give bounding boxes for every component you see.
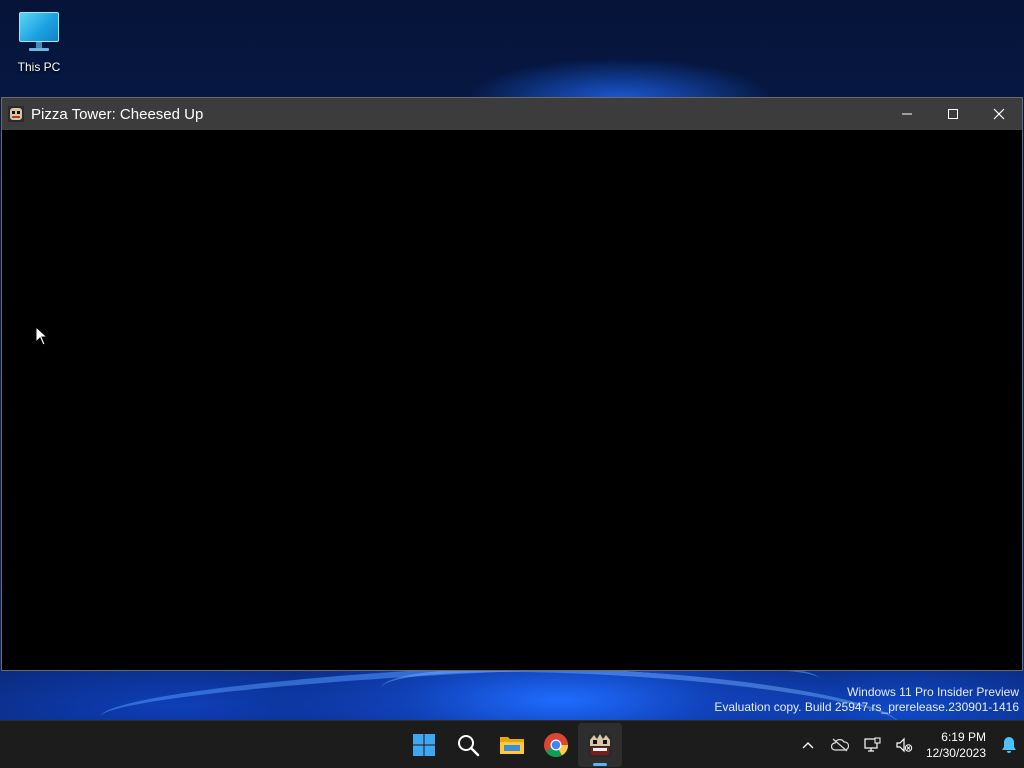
clock-time: 6:19 PM bbox=[941, 730, 986, 744]
watermark-line-1: Windows 11 Pro Insider Preview bbox=[847, 685, 1019, 699]
file-explorer-icon bbox=[500, 737, 524, 754]
notifications-button[interactable] bbox=[994, 725, 1024, 765]
window-title: Pizza Tower: Cheesed Up bbox=[31, 105, 204, 123]
windows-start-icon bbox=[413, 734, 435, 756]
desktop-icon-label: This PC bbox=[17, 60, 61, 74]
onedrive-button[interactable] bbox=[824, 725, 856, 765]
close-button[interactable] bbox=[976, 98, 1022, 130]
pizza-tower-app-icon[interactable] bbox=[8, 106, 24, 122]
pizza-tower-taskbar-button[interactable] bbox=[578, 723, 622, 767]
network-icon bbox=[864, 737, 881, 752]
search-icon bbox=[458, 735, 480, 757]
close-icon bbox=[993, 108, 1005, 120]
search-button[interactable] bbox=[446, 723, 490, 767]
windows-watermark: Windows 11 Pro Insider Preview Evaluatio… bbox=[714, 685, 1019, 715]
this-pc-icon bbox=[17, 10, 61, 54]
onedrive-offline-icon bbox=[830, 738, 849, 752]
pizza-tower-taskbar-icon bbox=[588, 733, 612, 757]
window-controls bbox=[884, 98, 1022, 130]
notification-bell-icon bbox=[1002, 737, 1016, 753]
show-hidden-icons-button[interactable] bbox=[792, 725, 824, 765]
system-tray: 6:19 PM 12/30/2023 bbox=[792, 721, 1024, 768]
active-app-indicator bbox=[593, 763, 607, 766]
mouse-cursor-icon bbox=[35, 326, 49, 346]
volume-button[interactable] bbox=[888, 725, 920, 765]
chrome-icon bbox=[544, 733, 568, 758]
start-button[interactable] bbox=[402, 723, 446, 767]
file-explorer-button[interactable] bbox=[490, 723, 534, 767]
clock-date: 12/30/2023 bbox=[925, 746, 986, 760]
network-button[interactable] bbox=[856, 725, 888, 765]
game-viewport[interactable] bbox=[2, 130, 1022, 670]
app-window[interactable]: Pizza Tower: Cheesed Up bbox=[1, 97, 1023, 671]
volume-muted-icon bbox=[896, 737, 913, 753]
maximize-button[interactable] bbox=[930, 98, 976, 130]
taskbar: 6:19 PM 12/30/2023 bbox=[0, 720, 1024, 768]
clock[interactable]: 6:19 PM 12/30/2023 bbox=[920, 729, 994, 761]
window-titlebar[interactable]: Pizza Tower: Cheesed Up bbox=[2, 98, 1022, 130]
minimize-icon bbox=[902, 113, 912, 115]
desktop-icon-this-pc[interactable]: This PC bbox=[8, 6, 70, 78]
minimize-button[interactable] bbox=[884, 98, 930, 130]
chrome-button[interactable] bbox=[534, 723, 578, 767]
show-hidden-icons-chevron bbox=[802, 742, 814, 749]
taskbar-apps bbox=[402, 721, 622, 768]
maximize-icon bbox=[948, 109, 958, 119]
watermark-line-2: Evaluation copy. Build 25947.rs_prerelea… bbox=[714, 700, 1019, 714]
